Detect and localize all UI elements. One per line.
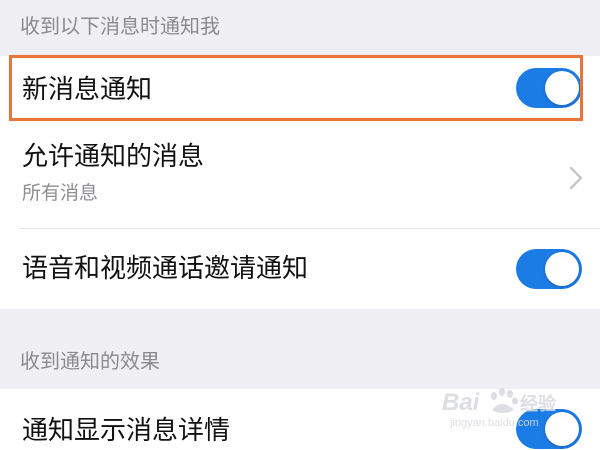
svg-text:经验: 经验 [520,393,557,415]
new-message-notification-row[interactable]: 新消息通知 [0,56,600,120]
baidu-jingyan-watermark-logo: Bai 经验 jingyan.baidu.com [442,388,557,429]
call-invitation-notification-label: 语音和视频通话邀请通知 [22,254,309,284]
svg-text:Bai: Bai [442,389,481,416]
allowed-messages-label: 允许通知的消息 [22,142,205,172]
call-invitation-notification-toggle[interactable] [516,249,582,289]
allowed-messages-value: 所有消息 [22,182,99,204]
settings-group-notify: 新消息通知 允许通知的消息 所有消息 语音和视频通话邀请通知 [0,56,600,309]
notification-settings-page: 收到以下消息时通知我 新消息通知 允许通知的消息 所有消息 语音和视频通话邀请通… [0,0,600,450]
show-message-details-label: 通知显示消息详情 [22,416,231,446]
toggle-knob [545,71,579,105]
toggle-knob [545,252,579,286]
svg-text:jingyan.baidu.com: jingyan.baidu.com [449,417,539,429]
allowed-messages-row[interactable]: 允许通知的消息 所有消息 [0,120,600,228]
chevron-right-icon [569,166,583,190]
section-header-notification-effect: 收到通知的效果 [20,349,160,373]
call-invitation-notification-row[interactable]: 语音和视频通话邀请通知 [0,229,600,309]
new-message-notification-label: 新消息通知 [22,75,153,105]
new-message-notification-toggle[interactable] [516,68,582,108]
section-header-notify-me: 收到以下消息时通知我 [20,14,220,38]
